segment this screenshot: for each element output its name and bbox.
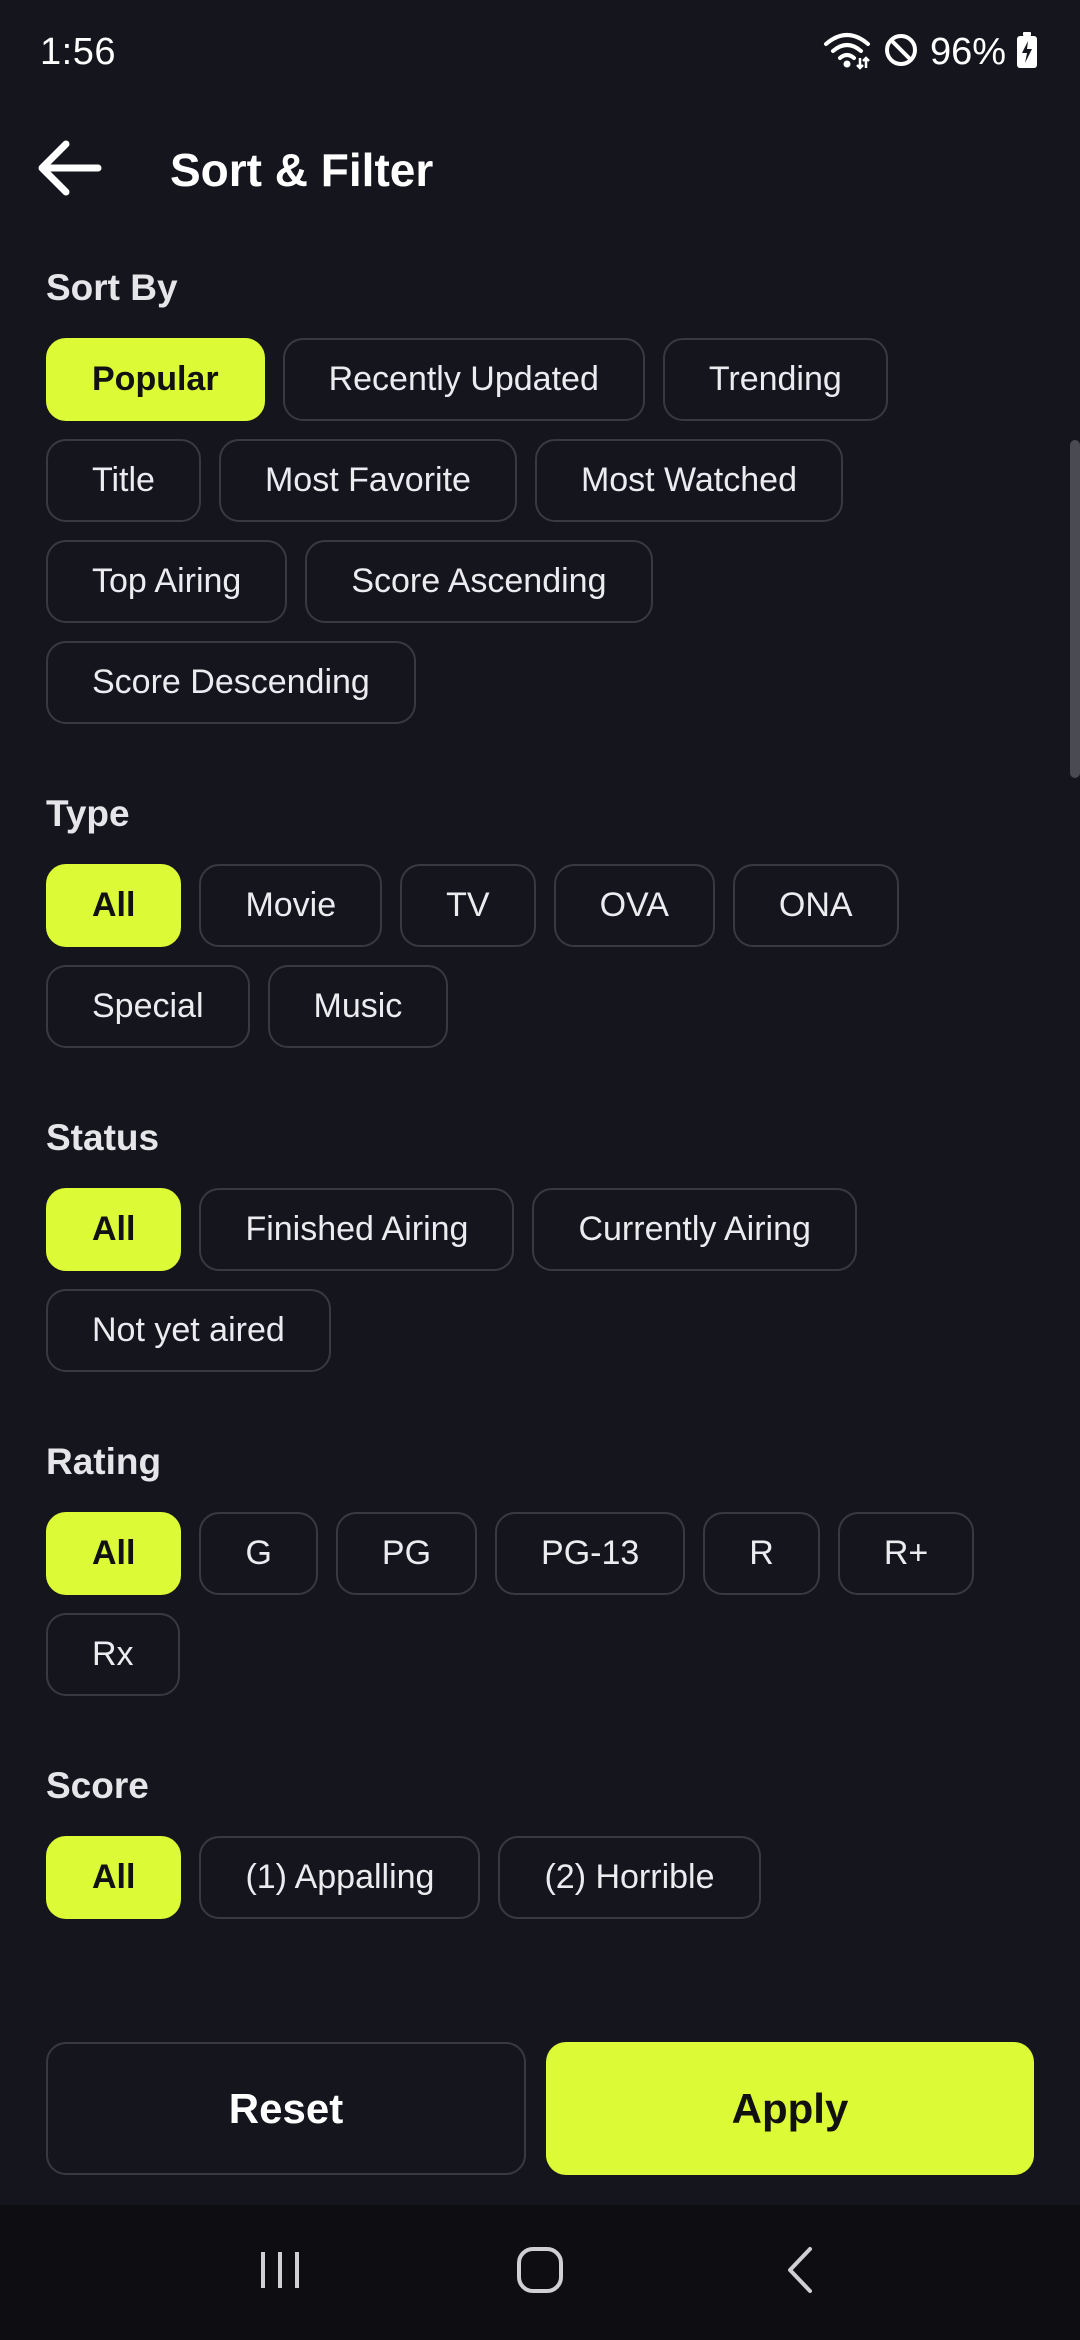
chip-type-special[interactable]: Special — [46, 965, 250, 1048]
chip-score-1-appalling[interactable]: (1) Appalling — [199, 1836, 481, 1919]
chip-status-currently-airing[interactable]: Currently Airing — [532, 1188, 857, 1271]
recent-apps-button[interactable] — [220, 2228, 340, 2318]
chip-score-all[interactable]: All — [46, 1836, 182, 1919]
home-icon — [515, 2245, 565, 2300]
wifi-icon — [822, 30, 872, 75]
chip-type-all[interactable]: All — [46, 864, 182, 947]
home-button[interactable] — [480, 2228, 600, 2318]
section-title: Score — [46, 1765, 149, 1806]
apply-button[interactable]: Apply — [546, 2042, 1034, 2175]
status-bar: 1:56 96% — [0, 0, 1080, 105]
chip-rating-all[interactable]: All — [46, 1512, 182, 1595]
chip-group: All Finished Airing Currently Airing Not ye… — [46, 1188, 1034, 1372]
chip-sort-by-trending[interactable]: Trending — [662, 338, 888, 421]
chip-rating-pg[interactable]: PG — [335, 1512, 478, 1595]
chip-rating-r[interactable]: R — [703, 1512, 820, 1595]
chip-sort-by-top-airing[interactable]: Top Airing — [46, 540, 288, 623]
app-bar: Sort & Filter — [0, 110, 1080, 230]
chip-sort-by-most-watched[interactable]: Most Watched — [534, 439, 843, 522]
arrow-left-icon — [36, 138, 102, 203]
section-title: Status — [46, 1117, 160, 1158]
chip-type-ona[interactable]: ONA — [732, 864, 899, 947]
status-time: 1:56 — [40, 31, 116, 73]
chip-type-music[interactable]: Music — [267, 965, 449, 1048]
chip-sort-by-recently-updated[interactable]: Recently Updated — [282, 338, 645, 421]
back-button[interactable] — [36, 110, 156, 230]
bottom-actions: Reset Apply — [0, 2000, 1080, 2205]
chip-sort-by-score-ascending[interactable]: Score Ascending — [305, 540, 653, 623]
battery-percent: 96% — [929, 31, 1006, 73]
section-sort-by: Sort By Popular Recently Updated Trending T… — [46, 238, 1034, 724]
scrollbar[interactable] — [1070, 440, 1080, 778]
chip-sort-by-popular[interactable]: Popular — [46, 338, 265, 421]
chip-rating-rx[interactable]: Rx — [46, 1613, 180, 1696]
chip-group: All G PG PG-13 R R+ Rx — [46, 1512, 1034, 1696]
section-title: Sort By — [46, 267, 178, 308]
chip-sort-by-title[interactable]: Title — [46, 439, 201, 522]
chip-type-ova[interactable]: OVA — [553, 864, 715, 947]
chip-score-2-horrible[interactable]: (2) Horrible — [498, 1836, 761, 1919]
status-icons: 96% — [822, 30, 1038, 75]
battery-charging-icon — [1016, 31, 1038, 74]
chip-group: Popular Recently Updated Trending Title Most… — [46, 338, 1034, 724]
chip-group: All (1) Appalling (2) Horrible — [46, 1836, 1034, 1919]
do-not-disturb-icon — [882, 31, 920, 74]
chip-status-finished-airing[interactable]: Finished Airing — [199, 1188, 515, 1271]
chip-status-not-yet-aired[interactable]: Not yet aired — [46, 1289, 331, 1372]
chip-status-all[interactable]: All — [46, 1188, 182, 1271]
section-title: Rating — [46, 1441, 162, 1482]
nav-back-button[interactable] — [740, 2228, 860, 2318]
recent-apps-icon — [255, 2248, 305, 2297]
chip-sort-by-most-favorite[interactable]: Most Favorite — [218, 439, 517, 522]
reset-button[interactable]: Reset — [46, 2042, 526, 2175]
section-score: Score All (1) Appalling (2) Horrible — [46, 1736, 1034, 1919]
system-nav-bar — [0, 2205, 1080, 2340]
filter-content[interactable]: Sort By Popular Recently Updated Trending T… — [0, 238, 1080, 2000]
back-icon — [780, 2245, 820, 2300]
section-type: Type All Movie TV OVA ONA Special Music — [46, 764, 1034, 1048]
chip-rating-r[interactable]: R+ — [837, 1512, 975, 1595]
chip-rating-pg-13[interactable]: PG-13 — [495, 1512, 686, 1595]
chip-sort-by-score-descending[interactable]: Score Descending — [46, 641, 416, 724]
screen: 1:56 96% Sort & Filter Sort By Popular R… — [0, 0, 1080, 2340]
chip-type-movie[interactable]: Movie — [199, 864, 383, 947]
page-title: Sort & Filter — [170, 144, 434, 196]
section-status: Status All Finished Airing Currently Airin… — [46, 1088, 1034, 1372]
section-rating: Rating All G PG PG-13 R R+ Rx — [46, 1412, 1034, 1696]
chip-group: All Movie TV OVA ONA Special Music — [46, 864, 1034, 1048]
chip-rating-g[interactable]: G — [199, 1512, 318, 1595]
chip-type-tv[interactable]: TV — [400, 864, 536, 947]
section-title: Type — [46, 793, 130, 834]
